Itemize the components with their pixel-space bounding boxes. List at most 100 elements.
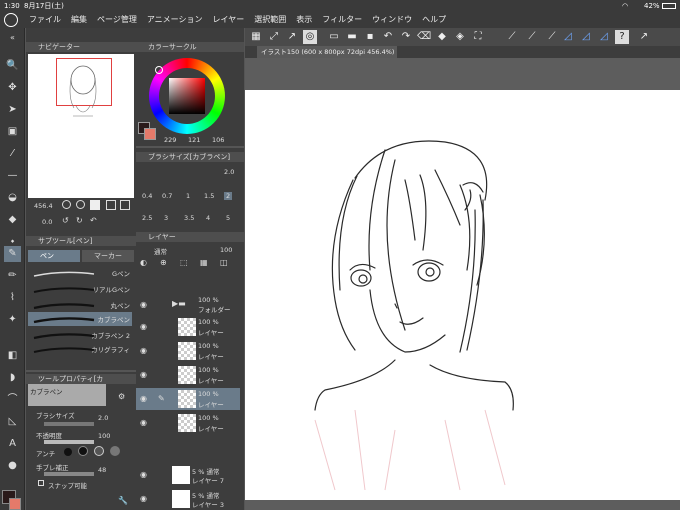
eye-icon[interactable]: ◉ xyxy=(140,494,147,503)
brush-tool-icon[interactable]: ⌇ xyxy=(4,290,21,306)
new-icon[interactable]: ▭ xyxy=(327,30,341,44)
eye-icon[interactable]: ◉ xyxy=(140,394,147,403)
layer-row[interactable]: ◉ 100 % レイヤー xyxy=(136,412,240,434)
eye-icon[interactable]: ◉ xyxy=(140,346,147,355)
menu-window[interactable]: ウィンドウ xyxy=(367,12,417,28)
help-icon[interactable]: ? xyxy=(615,30,629,44)
rotate-reset-icon[interactable]: ↶ xyxy=(90,216,97,225)
blend-tool-icon[interactable]: ◒ xyxy=(4,190,21,206)
sub-color-swatch[interactable] xyxy=(9,498,21,510)
size-preset-selected[interactable]: 2 xyxy=(224,192,233,200)
app-icon[interactable] xyxy=(4,13,18,27)
ruler-snap-icon[interactable]: ⟋ xyxy=(505,30,519,44)
transform-tool-icon[interactable]: ⛶ xyxy=(471,30,485,44)
opacity-slider[interactable] xyxy=(44,440,94,444)
snap-special-icon[interactable]: ◿ xyxy=(579,30,593,44)
layer-row[interactable]: ◉ 100 % レイヤー xyxy=(136,340,240,362)
pencil-tool-icon[interactable]: ✏ xyxy=(4,268,21,284)
size-preset[interactable]: 1 xyxy=(186,192,190,200)
undo-icon[interactable]: ↶ xyxy=(381,30,395,44)
size-preset[interactable]: 0.4 xyxy=(142,192,152,200)
flip-vertical-icon[interactable] xyxy=(120,200,130,210)
reference-icon[interactable]: ⬚ xyxy=(180,258,188,267)
color-icon[interactable]: ◫ xyxy=(220,258,228,267)
text-tool-icon[interactable]: A xyxy=(4,436,21,452)
stabilization-slider[interactable] xyxy=(44,472,94,476)
cc-sub-color[interactable] xyxy=(144,128,156,140)
zoom-in-icon[interactable] xyxy=(76,200,85,209)
size-slider[interactable] xyxy=(44,422,94,426)
selection-tool-icon[interactable]: ▣ xyxy=(4,124,21,140)
aa-weak[interactable] xyxy=(78,446,88,456)
save-icon[interactable]: ▪ xyxy=(363,30,377,44)
open-icon[interactable]: ▬ xyxy=(345,30,359,44)
layer-row-folder[interactable]: ◉ ▶▬ 100 % フォルダー xyxy=(136,294,240,314)
menu-edit[interactable]: 編集 xyxy=(66,12,92,28)
balloon-tool-icon[interactable]: ● xyxy=(4,458,21,474)
eye-icon[interactable]: ◉ xyxy=(140,300,147,309)
menu-selection[interactable]: 選択範囲 xyxy=(249,12,291,28)
redo-icon[interactable]: ↷ xyxy=(399,30,413,44)
size-preset[interactable]: 2.5 xyxy=(142,214,152,222)
collapse-icon[interactable]: « xyxy=(4,30,21,46)
grid-icon[interactable]: ▦ xyxy=(249,30,263,44)
aa-medium[interactable] xyxy=(94,446,104,456)
snap-checkbox[interactable] xyxy=(38,480,44,486)
size-preset[interactable]: 1.5 xyxy=(204,192,214,200)
airbrush-tool-icon[interactable]: — xyxy=(4,168,21,184)
eye-icon[interactable]: ◉ xyxy=(140,370,147,379)
saturation-value-square[interactable] xyxy=(169,78,205,114)
layer-row[interactable]: ◉ 5 % 通常 レイヤー 7 xyxy=(136,464,240,486)
tab-marker[interactable]: マーカー xyxy=(82,250,134,262)
move-tool-icon[interactable]: ✥ xyxy=(4,80,21,96)
menu-animation[interactable]: アニメーション xyxy=(142,12,208,28)
fit-screen-icon[interactable] xyxy=(90,200,100,210)
canvas-paper[interactable] xyxy=(245,90,680,500)
layer-row[interactable]: ◉ 5 % 通常 レイヤー 3 xyxy=(136,488,240,510)
clip-studio-icon[interactable]: ◎ xyxy=(303,30,317,44)
share-icon[interactable]: ↗ xyxy=(637,30,651,44)
menu-layer[interactable]: レイヤー xyxy=(208,12,250,28)
size-preset[interactable]: 3 xyxy=(164,214,168,222)
eye-icon[interactable]: ◉ xyxy=(140,470,147,479)
menu-view[interactable]: 表示 xyxy=(291,12,317,28)
menu-filter[interactable]: フィルター xyxy=(317,12,367,28)
zoom-out-icon[interactable] xyxy=(62,200,71,209)
tool-settings-icon[interactable]: ⚙ xyxy=(118,392,125,401)
eyedropper-tool-icon[interactable]: ⁄ xyxy=(4,146,21,162)
hue-handle[interactable] xyxy=(155,66,163,74)
figure-tool-icon[interactable]: ⌒ xyxy=(4,392,21,408)
gradient-tool-icon[interactable]: ◧ xyxy=(4,348,21,364)
menu-page[interactable]: ページ管理 xyxy=(92,12,142,28)
aa-strong[interactable] xyxy=(110,446,120,456)
eye-icon[interactable]: ◉ xyxy=(140,322,147,331)
eraser-tool-icon[interactable]: ◆ xyxy=(4,212,21,228)
lock-icon[interactable]: ⊕ xyxy=(160,258,167,267)
bucket-tool-icon[interactable]: ◗ xyxy=(4,370,21,386)
size-preset[interactable]: 3.5 xyxy=(184,214,194,222)
rotate-left-icon[interactable]: ↺ xyxy=(62,216,69,225)
menu-help[interactable]: ヘルプ xyxy=(417,12,451,28)
wrench-icon[interactable]: 🔧 xyxy=(118,496,128,505)
blend-mode[interactable]: 通常 xyxy=(154,246,167,256)
layer-row[interactable]: ◉ 100 % レイヤー xyxy=(136,364,240,386)
layer-opacity[interactable]: 100 xyxy=(220,246,232,254)
snap-on-icon[interactable]: ◿ xyxy=(561,30,575,44)
decoration-tool-icon[interactable]: ✦ xyxy=(4,312,21,328)
layer-row-selected[interactable]: ◉ ✎ 100 % レイヤー xyxy=(136,388,240,410)
size-preset[interactable]: 4 xyxy=(206,214,210,222)
zoom-tool-icon[interactable]: 🔍 xyxy=(4,58,21,74)
document-tab[interactable]: イラスト150 (600 x 800px 72dpi 456.4%) xyxy=(257,46,397,58)
clear-icon[interactable]: ⌫ xyxy=(417,30,431,44)
eraser-icon[interactable]: ◆ xyxy=(435,30,449,44)
snap-grid-icon[interactable]: ◿ xyxy=(597,30,611,44)
size-preset[interactable]: 5 xyxy=(226,214,230,222)
size-preset[interactable]: 0.7 xyxy=(162,192,172,200)
rotate-right-icon[interactable]: ↻ xyxy=(76,216,83,225)
ruler-tool-icon[interactable]: ◺ xyxy=(4,414,21,430)
layer-row[interactable]: ◉ 100 % レイヤー xyxy=(136,316,240,338)
grid-snap-icon[interactable]: ⟋ xyxy=(545,30,559,44)
operation-tool-icon[interactable]: ➤ xyxy=(4,102,21,118)
tab-pen[interactable]: ペン xyxy=(28,250,80,262)
navigator-preview[interactable] xyxy=(28,54,134,198)
